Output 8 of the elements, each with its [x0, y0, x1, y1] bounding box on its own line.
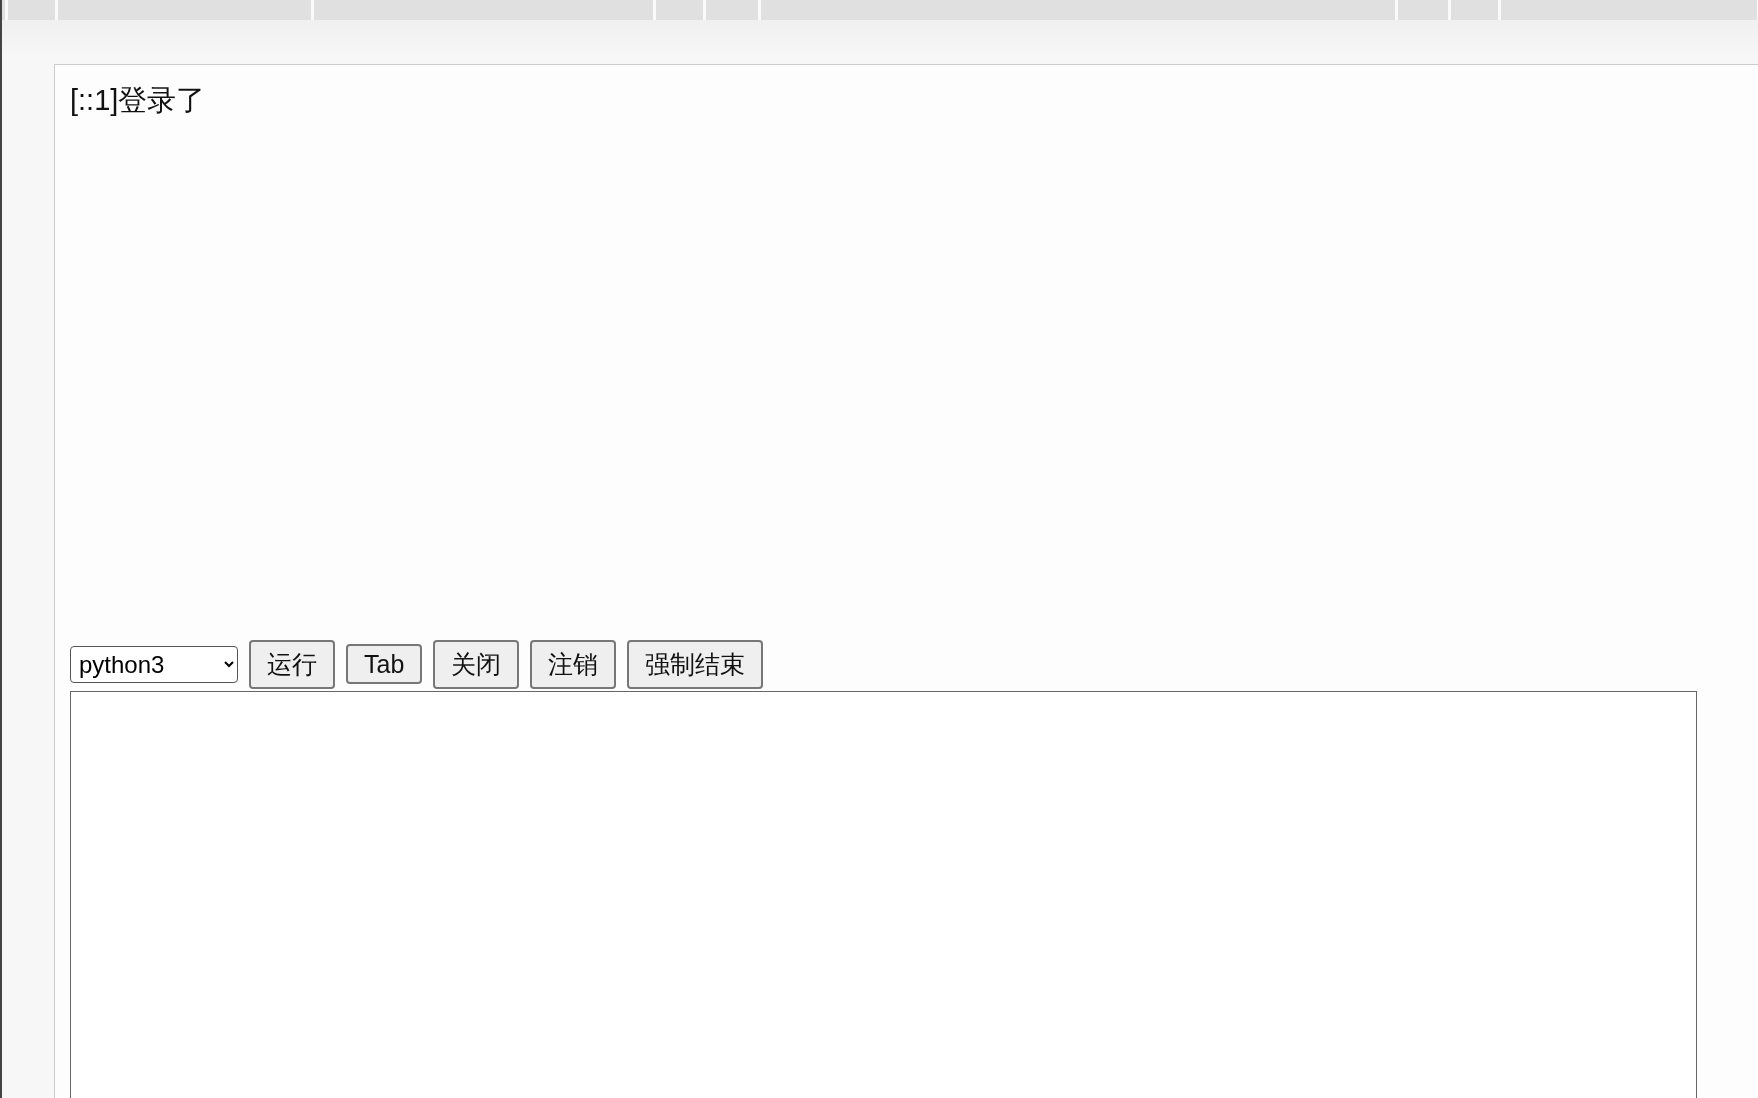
action-button[interactable]: 强制结束: [627, 639, 764, 689]
code-editor[interactable]: [70, 690, 1697, 1098]
action-button[interactable]: 注销: [530, 639, 617, 689]
language-select[interactable]: python3: [70, 645, 238, 683]
action-button[interactable]: 关闭: [433, 639, 520, 689]
login-message: [::1]登录了: [70, 83, 206, 118]
action-button[interactable]: Tab: [346, 644, 423, 685]
action-button[interactable]: 运行: [249, 639, 335, 689]
